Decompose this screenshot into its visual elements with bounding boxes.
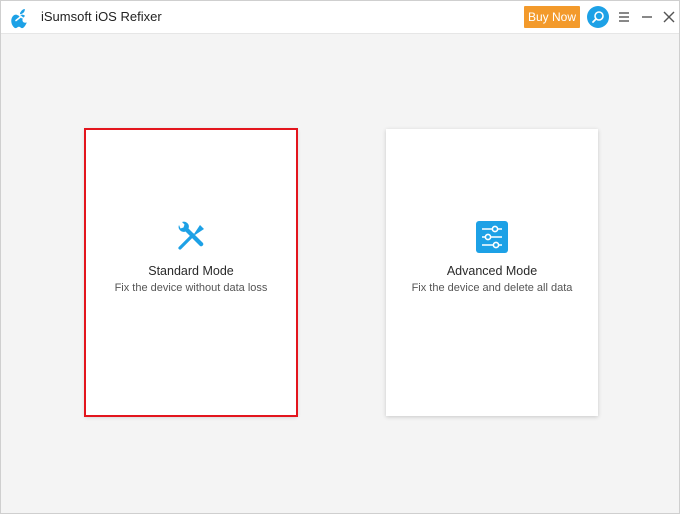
standard-mode-subtitle: Fix the device without data loss [114, 282, 268, 294]
standard-mode-title: Standard Mode [148, 264, 234, 278]
app-window: iSumsoft iOS Refixer Buy Now Standard Mo… [0, 0, 680, 514]
app-title: iSumsoft iOS Refixer [41, 9, 162, 24]
minimize-icon[interactable] [639, 9, 655, 25]
search-icon [592, 11, 604, 23]
advanced-mode-card[interactable]: Advanced Mode Fix the device and delete … [386, 129, 598, 416]
close-icon[interactable] [661, 9, 677, 25]
sliders-icon [476, 221, 508, 253]
search-button[interactable] [587, 6, 609, 28]
buy-now-button[interactable]: Buy Now [524, 6, 580, 28]
title-bar: iSumsoft iOS Refixer Buy Now [1, 1, 679, 34]
advanced-mode-subtitle: Fix the device and delete all data [411, 282, 573, 294]
standard-mode-card[interactable]: Standard Mode Fix the device without dat… [84, 128, 298, 417]
apple-logo-icon [11, 9, 27, 29]
wrench-screwdriver-icon [178, 221, 204, 250]
hamburger-menu-icon[interactable] [616, 9, 632, 25]
advanced-mode-title: Advanced Mode [446, 264, 538, 278]
